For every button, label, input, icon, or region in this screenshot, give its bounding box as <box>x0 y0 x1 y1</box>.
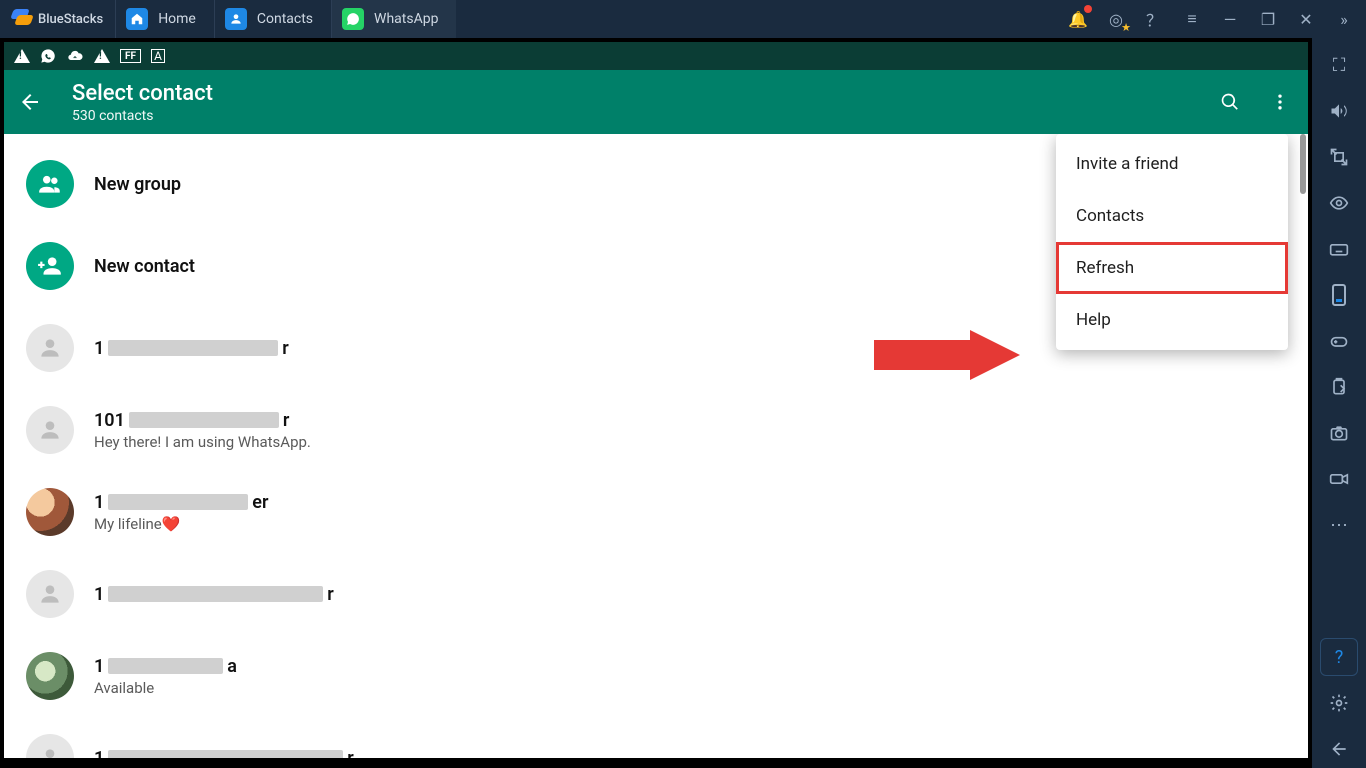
contact-name: 101r <box>94 410 311 431</box>
contact-row[interactable]: 101r Hey there! I am using WhatsApp. <box>4 398 1308 462</box>
target-icon[interactable]: ◎★ <box>1104 7 1128 31</box>
minimize-icon[interactable]: — <box>1218 7 1242 31</box>
contact-name: 1a <box>94 656 237 677</box>
menu-refresh[interactable]: Refresh <box>1056 242 1288 294</box>
settings-icon[interactable] <box>1320 684 1358 722</box>
clipboard-icon[interactable] <box>1320 368 1358 406</box>
menu-help[interactable]: Help <box>1056 294 1288 346</box>
whatsapp-status-icon <box>40 48 56 64</box>
hamburger-menu-icon[interactable]: ≡ <box>1180 7 1204 31</box>
help-icon[interactable]: ？ <box>1142 7 1166 31</box>
overflow-menu-icon[interactable] <box>1270 92 1290 112</box>
app-viewport: FF A Select contact 530 contacts <box>0 38 1312 768</box>
contact-avatar-photo <box>26 652 74 700</box>
collapse-sidebar-icon[interactable]: » <box>1332 7 1356 31</box>
overflow-popup-menu: Invite a friend Contacts Refresh Help <box>1056 134 1288 350</box>
contact-avatar-placeholder <box>26 324 74 372</box>
titlebar-right-controls: 🔔 ◎★ ？ ≡ — ❐ ✕ » <box>1066 7 1366 31</box>
menu-contacts[interactable]: Contacts <box>1056 190 1288 242</box>
speaker-icon[interactable] <box>1320 92 1358 130</box>
contact-row[interactable]: 1r <box>4 726 1308 758</box>
tab-contacts[interactable]: Contacts <box>214 0 331 38</box>
tab-home[interactable]: Home <box>115 0 214 38</box>
contacts-icon <box>225 8 247 30</box>
tab-label: WhatsApp <box>374 11 438 27</box>
android-status-bar: FF A <box>4 42 1308 70</box>
new-group-label: New group <box>94 174 181 195</box>
warning-icon <box>14 49 30 63</box>
scrollbar[interactable] <box>1300 134 1306 194</box>
contact-status: My lifeline❤️ <box>94 515 268 533</box>
maximize-icon[interactable]: ❐ <box>1256 7 1280 31</box>
gamepad-icon[interactable] <box>1320 322 1358 360</box>
contact-avatar-placeholder <box>26 734 74 758</box>
header-title: Select contact <box>72 81 213 106</box>
contact-name: 1r <box>94 748 354 759</box>
whatsapp-header: Select contact 530 contacts <box>4 70 1308 134</box>
keyboard-icon[interactable] <box>1320 230 1358 268</box>
contact-row[interactable]: 1er My lifeline❤️ <box>4 480 1308 544</box>
warning-icon <box>94 49 110 63</box>
record-icon[interactable] <box>1320 460 1358 498</box>
contact-avatar-placeholder <box>26 406 74 454</box>
cloud-icon <box>66 48 84 64</box>
search-icon[interactable] <box>1220 92 1240 112</box>
contact-row[interactable]: 1a Available <box>4 644 1308 708</box>
fullscreen-icon[interactable]: ⛶ <box>1320 46 1358 84</box>
group-icon <box>26 160 74 208</box>
add-contact-icon <box>26 242 74 290</box>
tab-label: Home <box>158 11 196 27</box>
contact-row[interactable]: 1r <box>4 562 1308 626</box>
notification-bell-icon[interactable]: 🔔 <box>1066 7 1090 31</box>
close-icon[interactable]: ✕ <box>1294 7 1318 31</box>
a-badge: A <box>151 49 165 63</box>
crop-icon[interactable] <box>1320 138 1358 176</box>
bluestacks-side-panel: ⛶ ⋯ ? <box>1312 38 1366 768</box>
contact-name: 1r <box>94 584 334 605</box>
menu-invite-friend[interactable]: Invite a friend <box>1056 138 1288 190</box>
contact-list-area: New group New contact <box>4 134 1308 758</box>
bluestacks-titlebar: BlueStacks Home Contacts WhatsApp 🔔 ◎★ ？… <box>0 0 1366 38</box>
contact-status: Available <box>94 679 237 697</box>
back-side-icon[interactable] <box>1320 730 1358 768</box>
contact-avatar-placeholder <box>26 570 74 618</box>
bluestacks-logo: BlueStacks <box>0 9 115 29</box>
new-contact-label: New contact <box>94 256 195 277</box>
home-icon <box>126 8 148 30</box>
back-arrow-icon[interactable] <box>18 90 42 114</box>
camera-icon[interactable] <box>1320 414 1358 452</box>
device-icon[interactable] <box>1320 276 1358 314</box>
contact-name: 1er <box>94 492 268 513</box>
ff-badge: FF <box>120 49 141 63</box>
contact-status: Hey there! I am using WhatsApp. <box>94 433 311 451</box>
tab-label: Contacts <box>257 11 313 27</box>
header-subtitle: 530 contacts <box>72 108 213 124</box>
tab-whatsapp[interactable]: WhatsApp <box>331 0 456 38</box>
contact-name: 1r <box>94 338 289 359</box>
help-side-icon[interactable]: ? <box>1320 638 1358 676</box>
bluestacks-logo-icon <box>12 9 32 29</box>
brand-text: BlueStacks <box>38 12 103 27</box>
whatsapp-icon <box>342 8 364 30</box>
more-icon[interactable]: ⋯ <box>1320 506 1358 544</box>
contact-avatar-photo <box>26 488 74 536</box>
eye-icon[interactable] <box>1320 184 1358 222</box>
